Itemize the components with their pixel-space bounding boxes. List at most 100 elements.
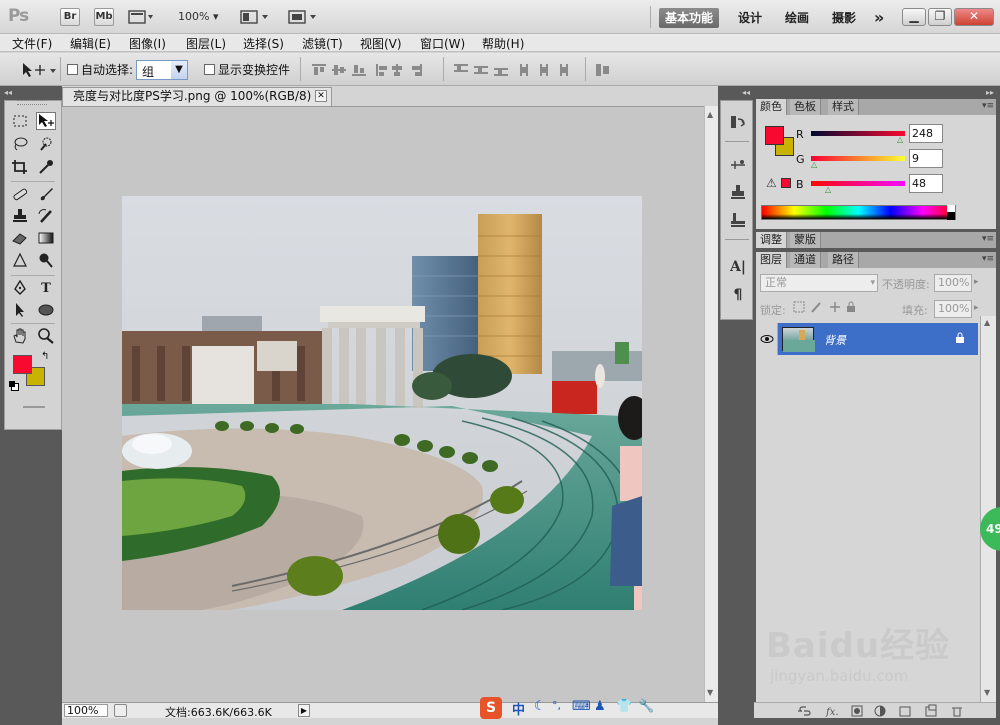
document-tab[interactable]: 亮度与对比度PS学习.png @ 100%(RGB/8) ✕ [62, 87, 332, 106]
color-spectrum-ramp[interactable] [761, 205, 956, 220]
close-button[interactable]: ✕ [954, 8, 994, 26]
auto-select-checkbox[interactable] [67, 64, 78, 75]
clone-stamp-tool[interactable] [10, 208, 30, 226]
color-panel-foreground-swatch[interactable] [765, 126, 784, 145]
skin-icon[interactable]: 👕 [616, 699, 632, 714]
keyboard-icon[interactable]: ⌨ [572, 699, 591, 714]
menu-edit[interactable]: 编辑(E) [70, 35, 111, 52]
character-panel-icon[interactable]: A| [729, 259, 747, 277]
tool-presets-icon[interactable] [729, 211, 747, 229]
moon-icon[interactable]: ☾ [534, 699, 546, 714]
ellipse-tool[interactable] [36, 302, 56, 320]
workspace-photography[interactable]: 摄影 [826, 8, 862, 28]
swap-colors-icon[interactable]: ↰ [41, 351, 49, 362]
clone-source-icon[interactable] [729, 183, 747, 201]
panel-menu-icon[interactable]: ▾≡ [982, 254, 994, 264]
hand-tool[interactable] [10, 328, 30, 346]
panel-menu-icon[interactable]: ▾≡ [982, 234, 994, 244]
zoom-field[interactable]: 100% [64, 704, 108, 717]
layer-action-icons[interactable]: fx. [796, 704, 986, 718]
chevron-right-icon[interactable]: ▸ [974, 277, 979, 287]
menu-window[interactable]: 窗口(W) [420, 35, 465, 52]
red-value-input[interactable]: 248 [909, 124, 943, 143]
mini-bridge-button[interactable]: Mb [94, 8, 114, 26]
pen-tool[interactable] [10, 279, 30, 298]
vertical-scrollbar[interactable]: ▲ ▼ [704, 106, 718, 702]
gamut-color-chip[interactable] [781, 178, 791, 188]
extras-menu[interactable] [128, 9, 154, 25]
path-selection-tool[interactable] [10, 302, 30, 320]
paragraph-panel-icon[interactable]: ¶ [729, 287, 747, 305]
tab-styles[interactable]: 样式 [828, 99, 859, 115]
expand-arrows[interactable]: ◂◂ [722, 88, 750, 97]
default-colors-icon[interactable] [9, 381, 19, 391]
brush-tool[interactable] [36, 186, 56, 204]
slider-thumb-icon[interactable]: △ [825, 185, 831, 194]
red-slider[interactable] [811, 131, 905, 136]
eraser-tool[interactable] [10, 230, 30, 248]
workspace-painting[interactable]: 绘画 [779, 8, 815, 28]
minimize-button[interactable]: ▁ [902, 8, 926, 26]
ime-language-toggle[interactable]: 中 [512, 699, 525, 718]
scroll-up-icon[interactable]: ▲ [984, 318, 990, 327]
lasso-tool[interactable] [10, 136, 30, 154]
show-transform-checkbox[interactable] [204, 64, 215, 75]
tab-swatches[interactable]: 色板 [790, 99, 821, 115]
tab-color[interactable]: 颜色 [756, 99, 787, 115]
green-slider[interactable] [811, 156, 905, 161]
crop-tool[interactable] [10, 159, 30, 177]
scroll-down-icon[interactable]: ▼ [984, 688, 990, 697]
brush-presets-icon[interactable] [729, 156, 747, 174]
marquee-tool[interactable] [10, 113, 30, 131]
white-chip[interactable] [947, 205, 955, 212]
tab-paths[interactable]: 路径 [828, 252, 859, 268]
screen-mode-menu[interactable] [288, 9, 318, 25]
restore-button[interactable]: ❐ [928, 8, 952, 26]
panel-menu-icon[interactable]: ▾≡ [982, 101, 994, 111]
type-tool[interactable]: T [36, 280, 56, 298]
sogou-logo-icon[interactable]: S [480, 697, 502, 719]
toolbox-grip[interactable] [17, 100, 47, 105]
tab-adjustments[interactable]: 调整 [756, 232, 787, 248]
chevron-right-icon[interactable]: ▸ [974, 303, 979, 313]
tab-layers[interactable]: 图层 [756, 252, 787, 268]
foreground-color-swatch[interactable] [13, 355, 32, 374]
blue-value-input[interactable]: 48 [909, 174, 943, 193]
layer-name[interactable]: 背景 [824, 332, 846, 348]
move-tool[interactable] [36, 112, 56, 130]
history-panel-icon[interactable] [729, 113, 747, 131]
layer-row-background[interactable]: 背景 [756, 323, 978, 355]
tab-masks[interactable]: 蒙版 [790, 232, 821, 248]
auto-align-layers-button[interactable] [594, 62, 612, 78]
status-menu-arrow-icon[interactable]: ▶ [298, 704, 310, 717]
collapse-to-icons-arrows[interactable]: ▸▸ [954, 88, 994, 97]
dodge-tool[interactable] [36, 252, 56, 270]
menu-image[interactable]: 图像(I) [129, 35, 166, 52]
auto-select-dropdown[interactable]: 组 ▼ [136, 60, 188, 80]
tab-channels[interactable]: 通道 [790, 252, 821, 268]
quick-selection-tool[interactable] [36, 136, 56, 154]
arrange-documents-menu[interactable] [240, 9, 270, 25]
fill-input[interactable]: 100% [934, 300, 972, 318]
canvas-area[interactable] [62, 106, 704, 702]
eyedropper-tool[interactable] [36, 159, 56, 177]
history-brush-tool[interactable] [36, 208, 56, 226]
close-tab-icon[interactable]: ✕ [315, 90, 327, 102]
slider-thumb-icon[interactable]: △ [897, 135, 903, 144]
quick-mask-button[interactable] [23, 406, 45, 408]
blend-mode-dropdown[interactable]: 正常 ▾ [760, 274, 878, 292]
black-chip[interactable] [947, 212, 955, 220]
out-of-gamut-warning-icon[interactable]: ⚠ [766, 176, 777, 190]
more-workspaces-button[interactable]: » [868, 8, 890, 28]
workspace-design[interactable]: 设计 [732, 8, 768, 28]
menu-view[interactable]: 视图(V) [360, 35, 402, 52]
opacity-input[interactable]: 100% [934, 274, 972, 292]
gradient-tool[interactable] [36, 230, 56, 248]
tool-preset-picker[interactable] [20, 61, 60, 79]
blur-tool[interactable] [10, 252, 30, 270]
menu-filter[interactable]: 滤镜(T) [302, 35, 343, 52]
zoom-level-dropdown[interactable]: 100% ▾ [178, 10, 218, 23]
menu-file[interactable]: 文件(F) [12, 35, 52, 52]
scroll-down-icon[interactable]: ▼ [707, 688, 713, 697]
workspace-essentials[interactable]: 基本功能 [659, 8, 720, 28]
